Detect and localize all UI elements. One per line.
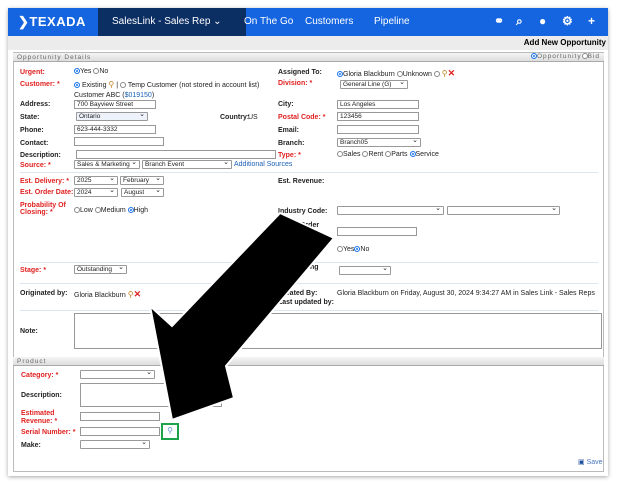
annotation-arrow	[148, 211, 336, 422]
arrow-shape	[148, 211, 336, 422]
